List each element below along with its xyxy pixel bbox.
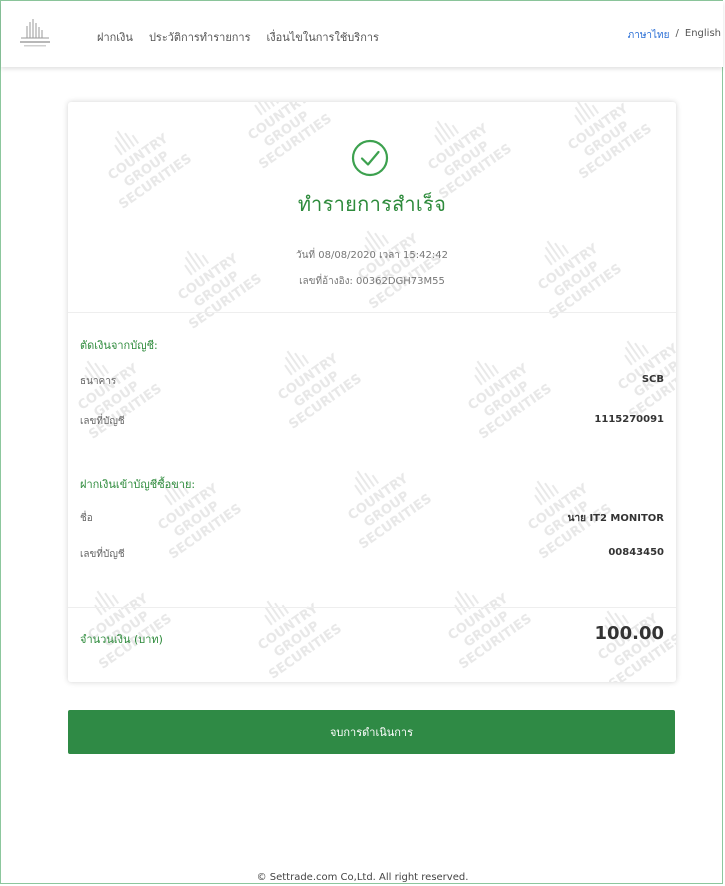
country-group-logo[interactable] [15,16,55,52]
trading-account-section-label: ฝากเงินเข้าบัญชีซื้อขาย: [80,478,196,491]
check-circle-icon [351,139,389,177]
lang-separator: / [675,28,679,39]
success-title: ทำรายการสำเร็จ [297,192,447,216]
top-navbar: ฝากเงิน ประวัติการทำรายการ เงื่อนไขในการ… [1,1,723,67]
bank-value: SCB [641,374,664,385]
account-name-label: ชื่อ [80,513,93,524]
amount-label: จำนวนเงิน (บาท) [80,633,163,646]
amount-value: 100.00 [594,623,664,644]
footer-copyright: © Settrade.com Co,Ltd. All right reserve… [256,872,469,883]
watermark-mark: COUNTRY GROUP SECURITIES [209,102,347,180]
debit-account-section-label: ตัดเงินจากบัญชี: [80,339,158,352]
main-nav: ฝากเงิน ประวัติการทำรายการ เงื่อนไขในการ… [97,28,379,46]
bank-label: ธนาคาร [80,376,117,387]
source-account-number-label: เลขที่บัญชี [80,416,125,427]
nav-terms-of-service[interactable]: เงื่อนไขในการใช้บริการ [267,28,379,46]
transaction-datetime: วันที่ 08/08/2020 เวลา 15:42:42 [296,250,448,261]
receipt-card: COUNTRY GROUP SECURITIES COUNTRY GROUP SECU… [68,102,676,682]
watermark-mark: COUNTRY GROUP SECURITIES [565,102,655,183]
watermark-mark: COUNTRY GROUP SECURITIES [525,480,615,563]
watermark-mark: COUNTRY GROUP SECURITIES [445,590,535,673]
lang-thai-link[interactable]: ภาษาไทย [628,28,670,43]
nav-transaction-history[interactable]: ประวัติการทำรายการ [149,28,251,46]
divider [68,607,676,608]
divider [68,312,676,313]
watermark-mark: COUNTRY GROUP SECURITIES [275,350,365,433]
lang-english-link[interactable]: English [685,28,721,43]
watermark-mark: COUNTRY GROUP SECURITIES [465,360,555,443]
source-account-number-value: 1115270091 [594,414,664,425]
language-switcher: ภาษาไทย / English [628,28,721,43]
reference-number: เลขที่อ้างอิง: 00362DGH73M55 [299,276,445,287]
account-name-value: นาย IT2 MONITOR [567,513,664,524]
trading-account-number-value: 00843450 [608,547,664,558]
watermark-mark: COUNTRY GROUP SECURITIES [155,480,245,563]
finish-button[interactable]: จบการดำเนินการ [68,710,675,754]
watermark-mark: COUNTRY GROUP SECURITIES [85,590,175,673]
trading-account-number-label: เลขที่บัญชี [80,549,125,560]
watermark-mark: COUNTRY GROUP SECURITIES [345,470,435,553]
nav-deposit[interactable]: ฝากเงิน [97,28,133,46]
watermark-mark: COUNTRY GROUP SECURITIES [615,340,676,423]
watermark-mark: COUNTRY GROUP SECURITIES [255,600,345,682]
